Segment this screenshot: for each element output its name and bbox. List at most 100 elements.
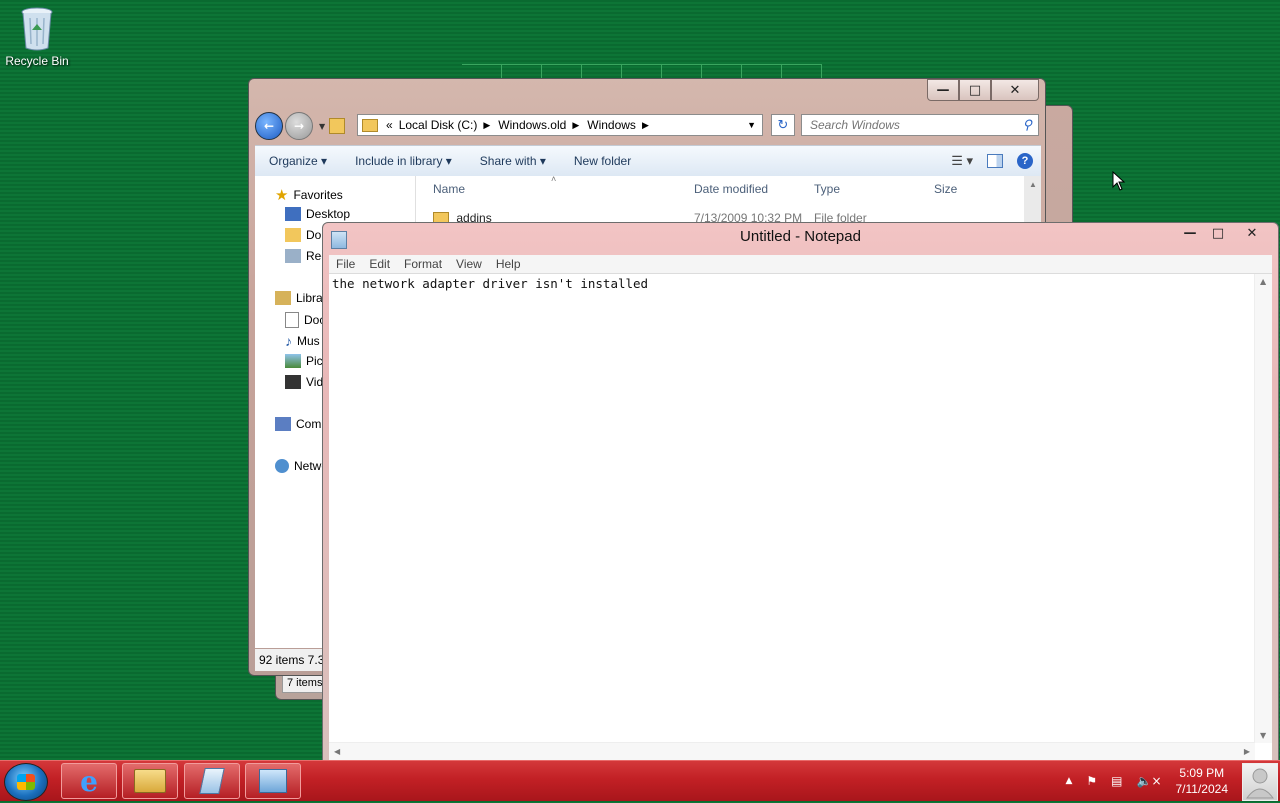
internet-explorer-icon: e: [80, 764, 98, 798]
nav-pictures[interactable]: Pict: [285, 354, 326, 368]
scroll-right-icon[interactable]: ▶: [1244, 747, 1250, 756]
start-button[interactable]: [4, 763, 48, 801]
notepad-menu-bar: File Edit Format View Help: [329, 255, 1272, 274]
text-editor[interactable]: the network adapter driver isn't install…: [329, 274, 1272, 761]
menu-format[interactable]: Format: [397, 257, 449, 271]
menu-view[interactable]: View: [449, 257, 489, 271]
recent-pages-dropdown-icon[interactable]: ▼: [319, 122, 325, 131]
search-icon[interactable]: ⚲: [1022, 117, 1032, 133]
nav-documents[interactable]: Doc: [285, 312, 325, 328]
nav-desktop[interactable]: Desktop: [285, 207, 350, 221]
explorer-navbar: ← → ▼ « Local Disk (C:) ▶ Windows.old ▶ …: [255, 111, 1041, 141]
close-button[interactable]: ✕: [1232, 223, 1272, 243]
taskbar-internet-explorer[interactable]: e: [61, 763, 117, 799]
back-arrow-icon[interactable]: ←: [255, 112, 283, 140]
documents-icon: [285, 312, 299, 328]
menu-file[interactable]: File: [329, 257, 362, 271]
folder-icon: [362, 118, 378, 132]
control-panel-icon: [259, 769, 287, 793]
up-folder-icon[interactable]: [329, 118, 346, 134]
search-input[interactable]: [808, 117, 1012, 133]
explorer-title-buttons: — □ ✕: [927, 79, 1039, 101]
new-folder-button[interactable]: New folder: [560, 154, 645, 168]
column-type[interactable]: Type: [814, 182, 840, 196]
help-icon[interactable]: ?: [1017, 153, 1033, 169]
network-status-icon[interactable]: ▤: [1111, 774, 1122, 788]
organize-menu[interactable]: Organize ▾: [255, 154, 341, 168]
windows-logo-icon: [17, 774, 35, 790]
editor-content[interactable]: the network adapter driver isn't install…: [332, 276, 648, 291]
downloads-folder-icon: [285, 228, 301, 242]
scroll-up-icon[interactable]: ▲: [1260, 277, 1266, 286]
share-with-menu[interactable]: Share with ▾: [466, 154, 560, 168]
taskbar-control-panel[interactable]: [245, 763, 301, 799]
preview-pane-icon[interactable]: [987, 154, 1003, 168]
libraries-icon: [275, 291, 291, 305]
nav-recent[interactable]: Rec: [285, 249, 327, 263]
horizontal-scrollbar[interactable]: ◀ ▶: [329, 742, 1255, 761]
address-bar[interactable]: « Local Disk (C:) ▶ Windows.old ▶ Window…: [357, 114, 763, 136]
notepad-title-buttons: — □ ✕: [1176, 223, 1272, 243]
system-tray: ▲ ⚑ ▤ 🔈× 5:09 PM 7/11/2024: [1065, 761, 1228, 801]
network-icon: [275, 459, 289, 473]
videos-icon: [285, 375, 301, 389]
show-hidden-icons-chevron-icon[interactable]: ▲: [1065, 776, 1072, 786]
window-title: Untitled - Notepad: [740, 228, 861, 245]
column-date-modified[interactable]: Date modified: [694, 182, 768, 196]
action-center-flag-icon[interactable]: ⚑: [1086, 774, 1097, 788]
change-view-icon[interactable]: ☰ ▾: [951, 153, 973, 169]
menu-help[interactable]: Help: [489, 257, 528, 271]
clock-time: 5:09 PM: [1179, 766, 1225, 780]
notepad-icon: [199, 768, 225, 794]
taskbar-notepad[interactable]: [184, 763, 240, 799]
taskbar: e ▲ ⚑ ▤ 🔈× 5:09 PM 7/11/2024: [0, 760, 1280, 801]
explorer-command-bar: Organize ▾ Include in library ▾ Share wi…: [255, 145, 1041, 176]
nav-music-label: Mus: [297, 334, 320, 348]
user-avatar-icon: [1246, 768, 1274, 799]
column-size[interactable]: Size: [934, 182, 957, 196]
breadcrumb-local-disk[interactable]: Local Disk (C:): [399, 118, 478, 132]
maximize-button[interactable]: □: [1204, 223, 1232, 243]
nav-computer[interactable]: Comp: [275, 417, 328, 431]
search-box[interactable]: ⚲: [801, 114, 1039, 136]
scroll-up-icon[interactable]: ▲: [1029, 180, 1037, 189]
recycle-bin-label: Recycle Bin: [5, 54, 69, 68]
breadcrumb-overflow[interactable]: «: [386, 118, 393, 132]
sort-indicator-icon: ˄: [551, 174, 557, 184]
column-name[interactable]: Name: [433, 182, 465, 196]
forward-arrow-icon[interactable]: →: [285, 112, 313, 140]
breadcrumb-windows-old[interactable]: Windows.old: [498, 118, 566, 132]
nav-favorites-label: Favorites: [293, 188, 343, 202]
clock-date: 7/11/2024: [1175, 782, 1229, 796]
chevron-right-icon[interactable]: ▶: [572, 120, 579, 131]
nav-music[interactable]: ♪ Mus: [285, 333, 320, 349]
mouse-cursor-icon: [1112, 171, 1126, 191]
chevron-right-icon[interactable]: ▶: [483, 120, 490, 131]
speaker-muted-icon[interactable]: 🔈×: [1137, 774, 1162, 788]
scroll-left-icon[interactable]: ◀: [334, 747, 340, 756]
nav-favorites[interactable]: ★ Favorites: [275, 186, 343, 204]
desktop-icon: [285, 207, 301, 221]
address-dropdown-icon[interactable]: ▼: [747, 120, 756, 130]
refresh-icon[interactable]: ↻: [771, 114, 795, 136]
clock[interactable]: 5:09 PM 7/11/2024: [1176, 765, 1229, 797]
taskbar-file-explorer[interactable]: [122, 763, 178, 799]
vertical-scrollbar[interactable]: ▲ ▼: [1254, 274, 1272, 743]
show-desktop-button[interactable]: [1242, 763, 1278, 801]
chevron-right-icon[interactable]: ▶: [642, 120, 649, 131]
include-in-library-menu[interactable]: Include in library ▾: [341, 154, 466, 168]
minimize-button[interactable]: —: [927, 79, 959, 101]
maximize-button[interactable]: □: [959, 79, 991, 101]
file-explorer-icon: [134, 769, 166, 793]
close-button[interactable]: ✕: [991, 79, 1039, 101]
notepad-window[interactable]: Untitled - Notepad — □ ✕ File Edit Forma…: [322, 222, 1279, 762]
recycle-bin-shortcut[interactable]: Recycle Bin: [4, 6, 70, 68]
scroll-down-icon[interactable]: ▼: [1260, 731, 1266, 740]
music-note-icon: ♪: [285, 333, 292, 349]
nav-downloads[interactable]: Do: [285, 228, 321, 242]
menu-edit[interactable]: Edit: [362, 257, 397, 271]
nav-network[interactable]: Netwo: [275, 459, 328, 473]
item-count: 92 items 7.37: [259, 653, 332, 667]
breadcrumb-windows[interactable]: Windows: [587, 118, 636, 132]
minimize-button[interactable]: —: [1176, 223, 1204, 243]
